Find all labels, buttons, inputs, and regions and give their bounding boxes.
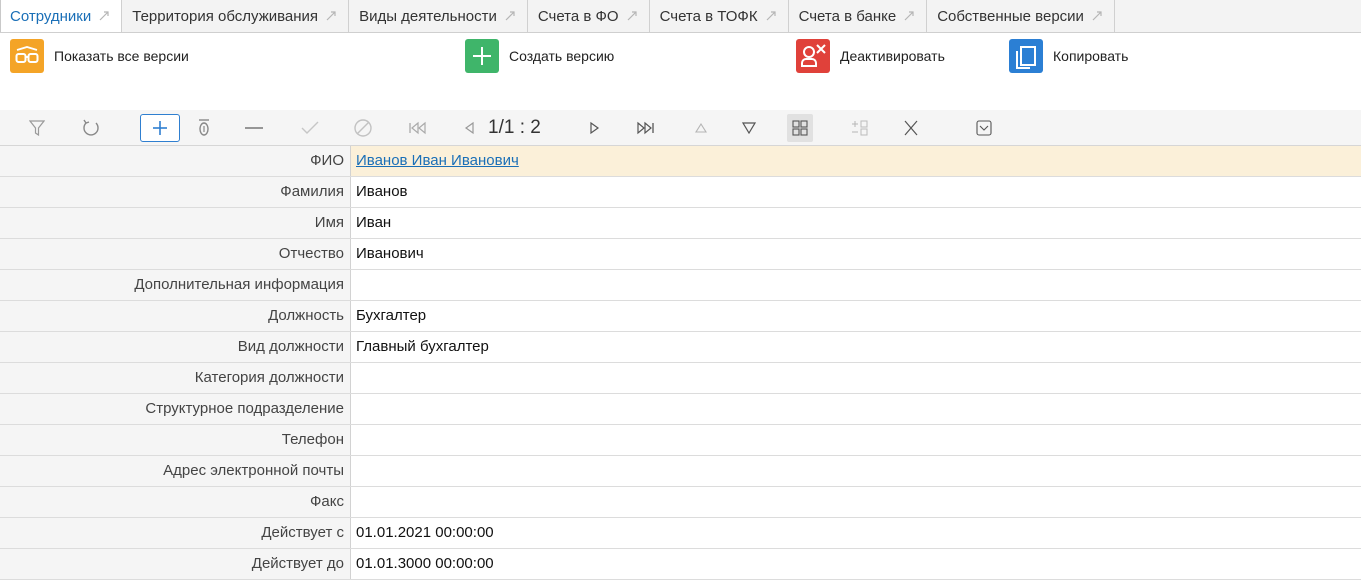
form-row-phone: Телефон	[0, 425, 1361, 456]
create-version-button[interactable]: Создать версию	[465, 39, 614, 73]
field-label: Имя	[0, 208, 351, 238]
open-external-icon[interactable]	[625, 9, 639, 23]
form-row-last-name: Фамилия Иванов	[0, 177, 1361, 208]
deactivate-button[interactable]: Деактивировать	[796, 39, 945, 73]
form-row-position-kind: Вид должности Главный бухгалтер	[0, 332, 1361, 363]
form-row-department: Структурное подразделение	[0, 394, 1361, 425]
tab-bar: Сотрудники Территория обслуживания Виды …	[0, 0, 1361, 33]
field-label: Должность	[0, 301, 351, 331]
employee-form: ФИО Иванов Иван Иванович Фамилия Иванов …	[0, 146, 1361, 580]
field-label: Фамилия	[0, 177, 351, 207]
copy-button[interactable]: Копировать	[1009, 39, 1128, 73]
tab-own-versions[interactable]: Собственные версии	[927, 0, 1115, 32]
glasses-icon	[10, 39, 44, 73]
tab-label: Сотрудники	[10, 7, 92, 25]
move-up-icon[interactable]	[690, 114, 712, 142]
tab-label: Счета в ФО	[537, 7, 619, 25]
field-label: Действует с	[0, 518, 351, 548]
tab-accounts-fo[interactable]: Счета в ФО	[528, 0, 650, 32]
field-label: Адрес электронной почты	[0, 456, 351, 486]
open-external-icon[interactable]	[902, 9, 916, 23]
field-label: Категория должности	[0, 363, 351, 393]
form-row-position: Должность Бухгалтер	[0, 301, 1361, 332]
tab-employees[interactable]: Сотрудники	[0, 0, 123, 32]
open-external-icon[interactable]	[764, 9, 778, 23]
position-field[interactable]: Бухгалтер	[356, 301, 426, 331]
dropdown-menu-icon[interactable]	[973, 114, 995, 142]
show-all-versions-button[interactable]: Показать все версии	[10, 39, 189, 73]
add-field-icon[interactable]	[849, 114, 871, 142]
field-label: Телефон	[0, 425, 351, 455]
field-label: Структурное подразделение	[0, 394, 351, 424]
tab-label: Виды деятельности	[359, 7, 497, 25]
user-remove-icon	[796, 39, 830, 73]
field-label: Дополнительная информация	[0, 270, 351, 300]
first-name-field[interactable]: Иван	[356, 208, 391, 238]
show-all-versions-label: Показать все версии	[54, 48, 189, 64]
form-row-fio: ФИО Иванов Иван Иванович	[0, 146, 1361, 177]
filter-icon[interactable]	[26, 114, 48, 142]
field-label: Вид должности	[0, 332, 351, 362]
form-row-fax: Факс	[0, 487, 1361, 518]
delete-record-icon[interactable]	[243, 114, 265, 142]
tab-label: Счета в ТОФК	[659, 7, 758, 25]
clear-icon[interactable]	[900, 114, 922, 142]
field-label: ФИО	[0, 146, 351, 176]
patronymic-field[interactable]: Иванович	[356, 239, 424, 269]
form-row-valid-to: Действует до 01.01.3000 00:00:00	[0, 549, 1361, 580]
tab-bank-accounts[interactable]: Счета в банке	[789, 0, 928, 32]
valid-from-field[interactable]: 01.01.2021 00:00:00	[356, 518, 494, 548]
refresh-icon[interactable]	[80, 114, 102, 142]
next-record-icon[interactable]	[584, 114, 606, 142]
action-bar: Показать все версии Создать версию Деакт…	[0, 33, 1361, 79]
position-kind-field[interactable]: Главный бухгалтер	[356, 332, 489, 362]
tab-accounts-tofk[interactable]: Счета в ТОФК	[650, 0, 789, 32]
cancel-icon[interactable]	[352, 114, 374, 142]
form-row-first-name: Имя Иван	[0, 208, 1361, 239]
form-row-patronymic: Отчество Иванович	[0, 239, 1361, 270]
last-record-icon[interactable]	[634, 114, 656, 142]
first-record-icon[interactable]	[407, 114, 429, 142]
tab-label: Счета в банке	[798, 7, 897, 25]
record-toolbar: 1/1 : 2	[0, 110, 1361, 146]
record-pager: 1/1 : 2	[488, 117, 541, 138]
tab-label: Собственные версии	[937, 7, 1084, 25]
open-external-icon[interactable]	[503, 9, 517, 23]
deactivate-label: Деактивировать	[840, 48, 945, 64]
form-row-valid-from: Действует с 01.01.2021 00:00:00	[0, 518, 1361, 549]
tab-label: Территория обслуживания	[132, 7, 319, 25]
save-check-icon[interactable]	[299, 114, 321, 142]
move-down-icon[interactable]	[738, 114, 760, 142]
field-label: Действует до	[0, 549, 351, 579]
open-external-icon[interactable]	[1090, 9, 1104, 23]
prev-record-icon[interactable]	[458, 114, 480, 142]
form-row-position-category: Категория должности	[0, 363, 1361, 394]
field-label: Отчество	[0, 239, 351, 269]
last-name-field[interactable]: Иванов	[356, 177, 408, 207]
form-row-email: Адрес электронной почты	[0, 456, 1361, 487]
fio-value-link[interactable]: Иванов Иван Иванович	[356, 146, 519, 176]
tab-activity-types[interactable]: Виды деятельности	[349, 0, 528, 32]
add-record-button[interactable]	[140, 114, 180, 142]
plus-icon	[465, 39, 499, 73]
open-external-icon[interactable]	[324, 9, 338, 23]
field-label: Факс	[0, 487, 351, 517]
tab-service-territory[interactable]: Территория обслуживания	[122, 0, 350, 32]
copy-record-icon[interactable]	[193, 114, 215, 142]
copy-label: Копировать	[1053, 48, 1129, 64]
copy-icon	[1009, 39, 1043, 73]
valid-to-field[interactable]: 01.01.3000 00:00:00	[356, 549, 494, 579]
create-version-label: Создать версию	[509, 48, 615, 64]
form-row-extra-info: Дополнительная информация	[0, 270, 1361, 301]
grid-view-icon[interactable]	[787, 114, 813, 142]
open-external-icon[interactable]	[97, 9, 111, 23]
